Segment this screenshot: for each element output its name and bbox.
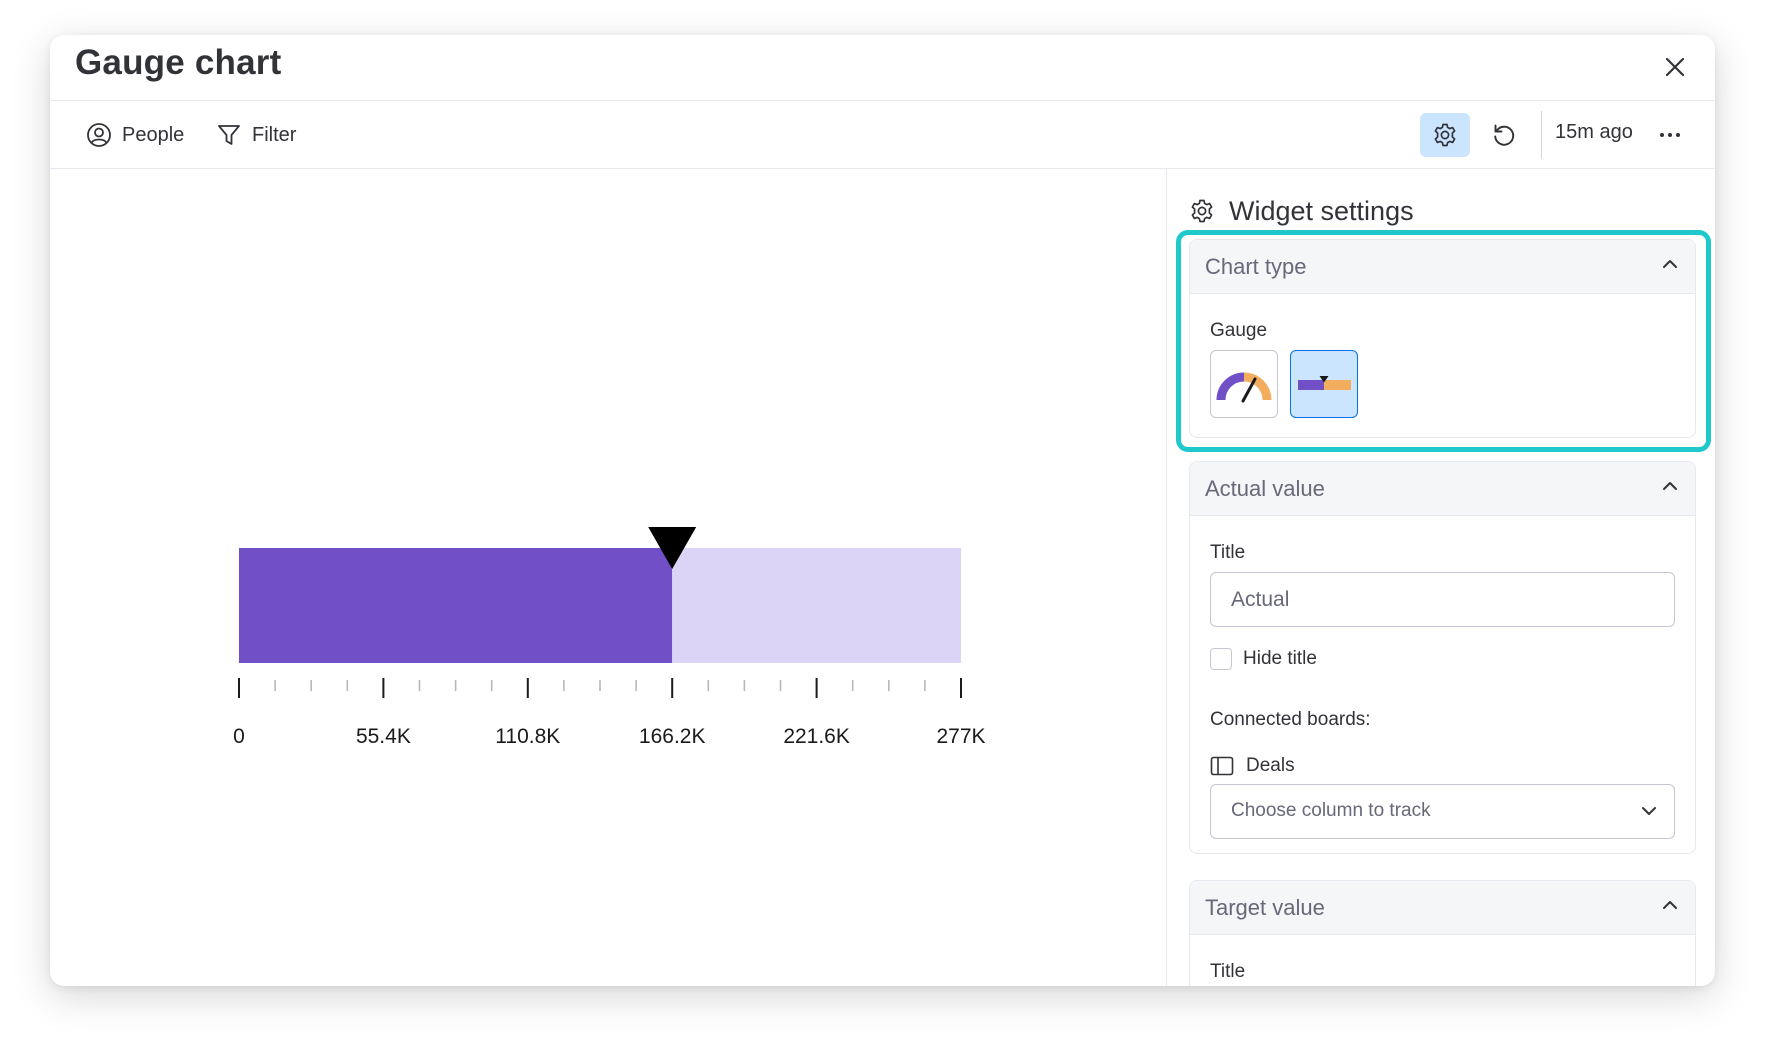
hide-title-label: Hide title <box>1243 648 1317 669</box>
actual-value-section: Actual value Title Hide title Connected … <box>1189 461 1696 854</box>
target-title-field-label: Title <box>1210 961 1246 982</box>
target-value-title: Target value <box>1205 895 1325 920</box>
column-select-dropdown[interactable]: Choose column to track <box>1210 784 1675 839</box>
gauge-filled-bar <box>239 548 673 663</box>
chart-type-section: Chart type Gauge <box>1189 239 1696 438</box>
gauge-tick-label: 55.4K <box>356 725 411 748</box>
refresh-icon <box>1494 124 1515 146</box>
toolbar-divider <box>1541 111 1542 159</box>
connected-board-item: Deals <box>1210 755 1295 777</box>
gauge-chart-dialog: Gauge chart People Filter 15m ago 0 55.4… <box>50 35 1715 986</box>
filter-icon <box>218 125 240 145</box>
last-updated-text: 15m ago <box>1555 121 1633 143</box>
widget-settings-header: Widget settings <box>1189 191 1414 231</box>
gear-icon <box>1191 199 1213 223</box>
linear-gauge-icon <box>1298 376 1351 390</box>
people-label: People <box>122 123 185 146</box>
actual-value-section-header[interactable]: Actual value <box>1190 462 1695 516</box>
actual-title-input[interactable] <box>1210 572 1675 627</box>
hide-title-checkbox[interactable] <box>1210 648 1232 670</box>
dialog-titlebar: Gauge chart <box>50 35 1715 101</box>
gear-icon <box>1434 123 1456 147</box>
dialog-title: Gauge chart <box>75 43 282 82</box>
radial-gauge-icon <box>1216 372 1272 403</box>
close-button[interactable] <box>1657 49 1693 85</box>
gauge-tick-label: 221.6K <box>783 725 850 748</box>
radial-gauge-option[interactable] <box>1210 350 1278 418</box>
linear-gauge-chart: 0 55.4K 110.8K 166.2K 221.6K 277K <box>233 527 986 748</box>
widget-settings-panel: Widget settings Chart type Gauge Actual … <box>1166 169 1715 986</box>
board-icon <box>1210 756 1234 776</box>
chevron-up-icon <box>1663 260 1677 268</box>
gauge-remaining-bar <box>672 548 961 663</box>
more-options-button[interactable] <box>1650 113 1690 157</box>
more-dots-icon <box>1660 133 1680 137</box>
person-circle-icon <box>87 123 111 147</box>
connected-boards-label: Connected boards: <box>1210 709 1371 730</box>
close-icon <box>1665 57 1685 77</box>
gauge-tick-label: 277K <box>936 725 985 748</box>
people-filter-button[interactable]: People <box>86 115 184 155</box>
chevron-down-icon <box>1642 807 1656 815</box>
gauge-tick-label: 166.2K <box>639 725 706 748</box>
widget-settings-button[interactable] <box>1420 113 1470 157</box>
chart-type-section-header[interactable]: Chart type <box>1190 240 1695 294</box>
chart-type-title: Chart type <box>1205 254 1307 279</box>
filter-button[interactable]: Filter <box>216 115 296 155</box>
chart-area: 0 55.4K 110.8K 166.2K 221.6K 277K <box>50 169 1166 986</box>
column-select-placeholder: Choose column to track <box>1231 800 1431 821</box>
gauge-label: Gauge <box>1210 320 1268 341</box>
title-field-label: Title <box>1210 542 1246 563</box>
refresh-button[interactable] <box>1482 113 1526 157</box>
gauge-tick-label: 0 <box>233 725 245 748</box>
actual-value-title: Actual value <box>1205 476 1325 501</box>
widget-settings-title: Widget settings <box>1229 195 1414 226</box>
hide-title-checkbox-row[interactable]: Hide title <box>1210 648 1317 670</box>
target-value-section: Target value Title <box>1189 880 1696 986</box>
board-name: Deals <box>1246 755 1295 776</box>
filter-label: Filter <box>252 123 297 146</box>
widget-toolbar: People Filter 15m ago <box>50 101 1715 169</box>
target-value-section-header[interactable]: Target value <box>1190 881 1695 935</box>
gauge-tick-label: 110.8K <box>495 725 560 748</box>
chevron-up-icon <box>1663 482 1677 490</box>
linear-gauge-option[interactable] <box>1290 350 1358 418</box>
chevron-up-icon <box>1663 901 1677 909</box>
